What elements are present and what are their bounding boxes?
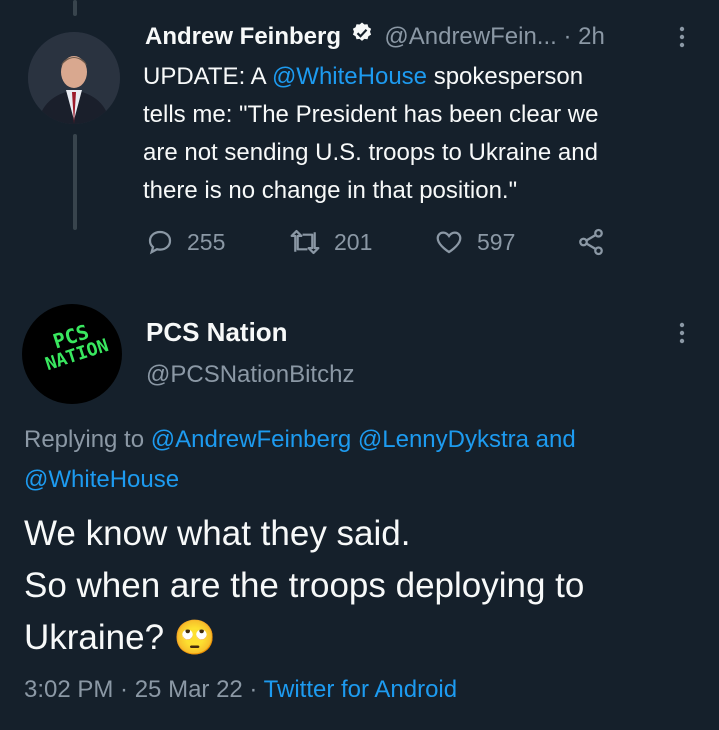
- tweet-source[interactable]: Twitter for Android: [264, 676, 457, 703]
- verified-badge-icon: [350, 21, 374, 55]
- author-name[interactable]: PCS Nation: [146, 317, 288, 348]
- avatar-text: PCS NATION: [42, 319, 112, 376]
- mention-andrewfeinberg[interactable]: @AndrewFeinberg: [151, 426, 351, 453]
- mention-whitehouse[interactable]: @WhiteHouse: [24, 466, 179, 493]
- thread-line-bottom: [73, 134, 77, 230]
- like-button[interactable]: 597: [433, 225, 515, 259]
- retweet-button[interactable]: 201: [288, 225, 372, 259]
- reply-button[interactable]: 255: [145, 225, 225, 259]
- rolling-eyes-emoji: 🙄: [173, 619, 217, 657]
- mention-whitehouse[interactable]: @WhiteHouse: [272, 63, 427, 90]
- author-handle[interactable]: @AndrewFein...: [384, 23, 556, 50]
- more-icon[interactable]: [674, 24, 690, 50]
- share-icon: [579, 228, 603, 256]
- author-name[interactable]: Andrew Feinberg: [145, 23, 341, 50]
- retweet-icon: [290, 229, 320, 255]
- share-button[interactable]: [576, 225, 618, 259]
- avatar-pcs-nation[interactable]: PCS NATION: [22, 304, 122, 404]
- thread-line-top: [73, 0, 77, 16]
- retweet-count: 201: [334, 228, 373, 255]
- tweet-time[interactable]: 2h: [578, 23, 605, 50]
- replying-to: Replying to @AndrewFeinberg @LennyDykstr…: [24, 426, 576, 493]
- avatar-andrew-feinberg[interactable]: [28, 32, 120, 124]
- tweet-text: We know what they said. So when are the …: [24, 514, 585, 657]
- like-icon: [436, 231, 462, 254]
- tweet-meta: 3:02 PM · 25 Mar 22 · Twitter for Androi…: [24, 676, 457, 704]
- reply-count: 255: [187, 228, 226, 255]
- reply-icon: [148, 230, 172, 255]
- like-count: 597: [477, 228, 516, 255]
- tweet-timestamp[interactable]: 3:02 PM · 25 Mar 22 ·: [24, 676, 264, 703]
- tweet-text: UPDATE: A @WhiteHouse spokesperson tells…: [143, 63, 599, 204]
- separator-dot: ·: [563, 23, 579, 50]
- more-icon[interactable]: [674, 320, 690, 346]
- author-handle[interactable]: @PCSNationBitchz: [146, 361, 354, 389]
- replying-and[interactable]: and: [536, 426, 576, 453]
- avatar-portrait-icon: [28, 32, 120, 124]
- mention-lennydykstra[interactable]: @LennyDykstra: [358, 426, 529, 453]
